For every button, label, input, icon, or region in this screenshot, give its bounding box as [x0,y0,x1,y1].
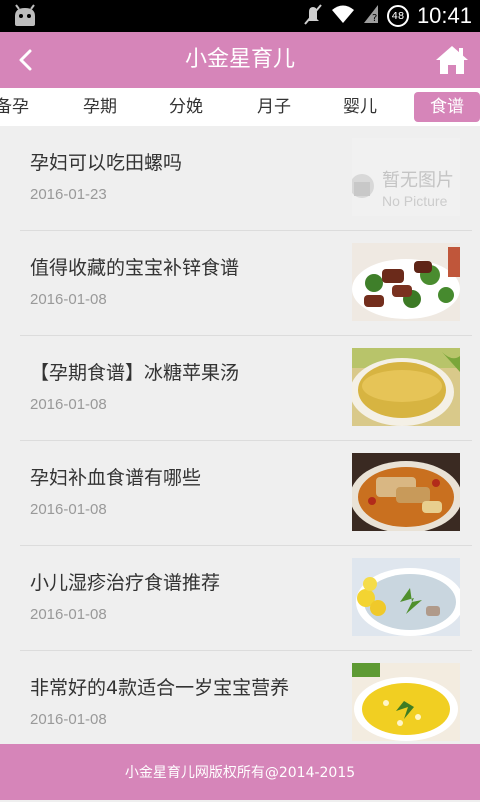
battery-icon: 48 [386,5,409,27]
placeholder-text-cn: 暂无图片 [382,170,454,191]
list-item[interactable]: 小儿湿疹治疗食谱推荐 2016-01-08 [0,546,480,651]
clock: 10:41 [416,3,472,28]
copyright-footer: 小金星育儿网版权所有@2014-2015 [0,744,480,800]
tab-yuezi[interactable]: 月子 [246,92,302,122]
article-thumbnail [352,663,460,741]
tab-shipu[interactable]: 食谱 [414,92,480,122]
article-title: 【孕期食谱】冰糖苹果汤 [30,362,240,384]
home-icon [436,46,468,74]
article-thumbnail: 暂无图片 No Picture [352,138,460,216]
list-item[interactable]: 值得收藏的宝宝补锌食谱 2016-01-08 [0,231,480,336]
article-date: 2016-01-08 [30,711,107,728]
tab-fenmian[interactable]: 分娩 [158,92,214,122]
article-list: 孕妇可以吃田螺吗 2016-01-23 暂无图片 No Picture 值得收藏… [0,126,480,744]
list-item[interactable]: 孕妇可以吃田螺吗 2016-01-23 暂无图片 No Picture [0,126,480,231]
tab-beiyun[interactable]: 备孕 [0,92,40,122]
list-item[interactable]: 孕妇补血食谱有哪些 2016-01-08 [0,441,480,546]
svg-text:?: ? [372,13,377,24]
wifi-icon [331,4,355,28]
article-title: 小儿湿疹治疗食谱推荐 [30,572,221,594]
article-date: 2016-01-08 [30,501,107,518]
article-thumbnail [352,348,460,426]
article-title: 值得收藏的宝宝补锌食谱 [30,257,240,279]
article-date: 2016-01-08 [30,396,107,413]
android-icon [12,4,38,28]
placeholder-text-en: No Picture [382,193,448,209]
article-date: 2016-01-23 [30,186,107,203]
article-thumbnail [352,243,460,321]
article-thumbnail [352,558,460,636]
tab-yinger[interactable]: 婴儿 [332,92,388,122]
category-tabs: 备孕 孕期 分娩 月子 婴儿 食谱 [0,88,480,126]
list-item[interactable]: 非常好的4款适合一岁宝宝营养 2016-01-08 [0,651,480,744]
tab-yunqi[interactable]: 孕期 [72,92,128,122]
article-date: 2016-01-08 [30,606,107,623]
app-header: 小金星育儿 [0,32,480,88]
article-date: 2016-01-08 [30,291,107,308]
article-title: 非常好的4款适合一岁宝宝营养 [30,677,290,699]
article-title: 孕妇补血食谱有哪些 [30,467,202,489]
list-item[interactable]: 【孕期食谱】冰糖苹果汤 2016-01-08 [0,336,480,441]
home-button[interactable] [432,40,472,80]
page-title: 小金星育儿 [184,47,295,72]
no-signal-icon: ? [363,4,379,28]
status-bar: ? 48 10:41 [0,0,480,32]
article-title: 孕妇可以吃田螺吗 [30,152,183,174]
article-thumbnail [352,453,460,531]
mute-icon [303,3,323,29]
